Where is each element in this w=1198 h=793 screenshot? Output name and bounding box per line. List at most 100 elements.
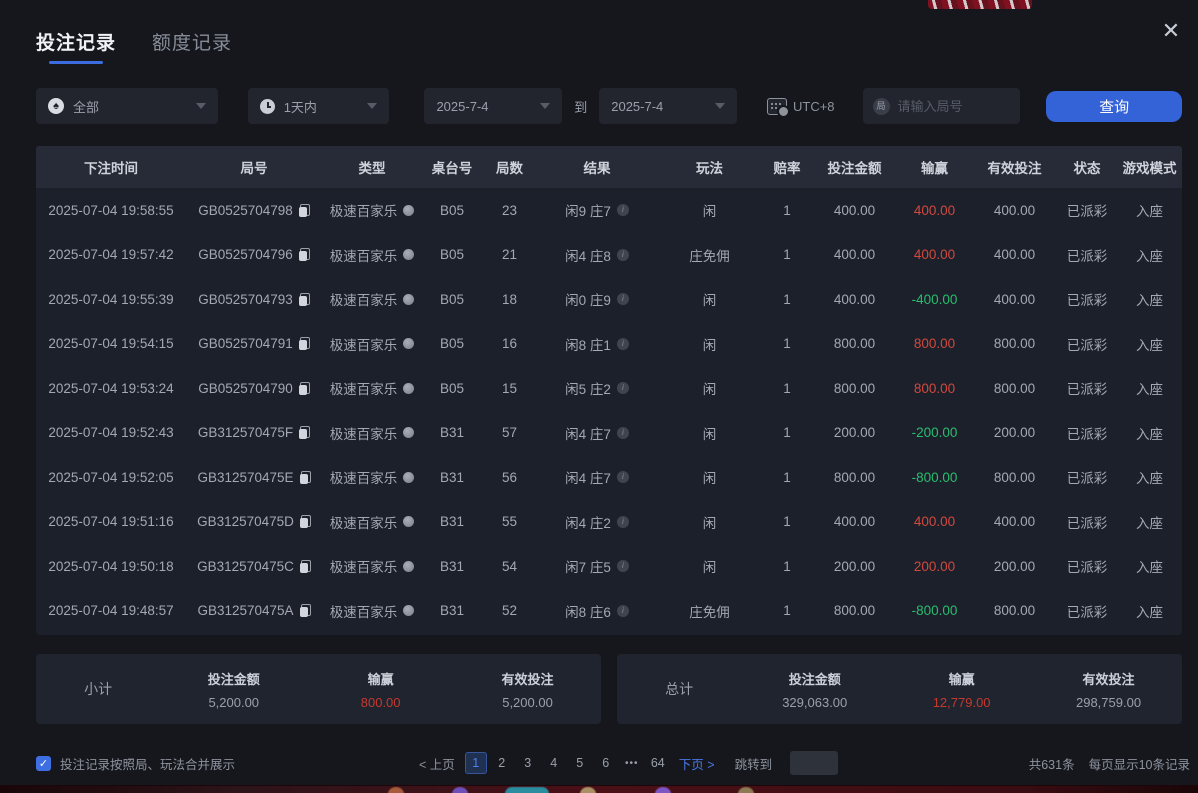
cell-play-type: 闲 bbox=[657, 289, 762, 309]
merge-display-toggle[interactable]: ✓ 投注记录按照局、玩法合并展示 bbox=[36, 754, 235, 773]
copy-icon[interactable] bbox=[299, 204, 310, 217]
page-button[interactable]: 1 bbox=[465, 752, 487, 774]
cell-round-id: GB0525704791 bbox=[186, 336, 322, 351]
cell-play-type: 闲 bbox=[657, 200, 762, 220]
total-bet-value: 329,063.00 bbox=[741, 695, 888, 710]
page-button[interactable]: 64 bbox=[647, 752, 669, 774]
cell-game-mode: 入座 bbox=[1117, 512, 1182, 532]
checkbox-checked-icon[interactable]: ✓ bbox=[36, 756, 51, 771]
cell-status: 已派彩 bbox=[1057, 378, 1117, 398]
cell-round-count: 18 bbox=[482, 292, 537, 307]
query-button[interactable]: 查询 bbox=[1046, 91, 1182, 122]
game-type-icon[interactable] bbox=[403, 294, 414, 305]
cell-game-mode: 入座 bbox=[1117, 245, 1182, 265]
spade-icon: ♠ bbox=[48, 98, 64, 114]
background-game-icon bbox=[388, 787, 404, 793]
cell-round-count: 55 bbox=[482, 514, 537, 529]
cell-round-count: 15 bbox=[482, 381, 537, 396]
result-info-icon[interactable] bbox=[617, 338, 629, 350]
result-info-icon[interactable] bbox=[617, 427, 629, 439]
cell-bet-amount: 800.00 bbox=[812, 470, 897, 485]
per-page-text: 每页显示10条记录 bbox=[1089, 754, 1190, 773]
table-row: 2025-07-04 19:48:57 GB312570475A 极速百家乐 B… bbox=[36, 589, 1182, 634]
cell-game-mode: 入座 bbox=[1117, 289, 1182, 309]
game-type-icon[interactable] bbox=[403, 427, 414, 438]
tab-quota-records[interactable]: 额度记录 bbox=[152, 28, 232, 64]
game-type-icon[interactable] bbox=[403, 249, 414, 260]
merge-display-label: 投注记录按照局、玩法合并展示 bbox=[60, 754, 235, 773]
date-to-select[interactable]: 2025-7-4 bbox=[599, 88, 737, 124]
page-button[interactable]: 5 bbox=[569, 752, 591, 774]
result-info-icon[interactable] bbox=[617, 471, 629, 483]
cell-play-type: 闲 bbox=[657, 334, 762, 354]
column-header: 类型 bbox=[322, 157, 422, 177]
cell-round-count: 16 bbox=[482, 336, 537, 351]
column-header: 投注金额 bbox=[812, 157, 897, 177]
cell-bet-amount: 800.00 bbox=[812, 336, 897, 351]
game-type-select[interactable]: ♠ 全部 bbox=[36, 88, 218, 124]
result-info-icon[interactable] bbox=[617, 605, 629, 617]
round-search-field[interactable]: 局 bbox=[863, 88, 1021, 124]
page-button[interactable]: 3 bbox=[517, 752, 539, 774]
result-info-icon[interactable] bbox=[617, 382, 629, 394]
jump-to-input[interactable] bbox=[790, 751, 838, 775]
game-type-icon[interactable] bbox=[403, 605, 414, 616]
cell-bet-time: 2025-07-04 19:57:42 bbox=[36, 247, 186, 262]
cell-odds: 1 bbox=[762, 247, 812, 262]
copy-icon[interactable] bbox=[300, 604, 311, 617]
cell-round-id: GB0525704796 bbox=[186, 247, 322, 262]
result-info-icon[interactable] bbox=[617, 293, 629, 305]
prev-page-button[interactable]: < 上页 bbox=[419, 754, 455, 773]
cell-round-id: GB312570475F bbox=[186, 425, 322, 440]
subtotal-bet-label: 投注金额 bbox=[160, 669, 307, 688]
cell-game-type: 极速百家乐 bbox=[322, 601, 422, 621]
game-type-icon[interactable] bbox=[403, 472, 414, 483]
copy-icon[interactable] bbox=[299, 293, 310, 306]
copy-icon[interactable] bbox=[300, 560, 311, 573]
cell-odds: 1 bbox=[762, 603, 812, 618]
betting-records-modal: 投注记录 额度记录 ♠ 全部 1天内 2025-7-4 到 2025-7-4 U… bbox=[36, 0, 1182, 776]
game-type-icon[interactable] bbox=[403, 383, 414, 394]
time-range-select[interactable]: 1天内 bbox=[248, 88, 390, 124]
chevron-down-icon bbox=[715, 103, 725, 109]
column-header: 输赢 bbox=[897, 157, 972, 177]
cell-table-number: B31 bbox=[422, 603, 482, 618]
cell-valid-bet: 200.00 bbox=[972, 425, 1057, 440]
tab-betting-records[interactable]: 投注记录 bbox=[36, 28, 116, 64]
copy-icon[interactable] bbox=[299, 426, 310, 439]
cell-win-loss: 200.00 bbox=[897, 559, 972, 574]
page-button[interactable]: 2 bbox=[491, 752, 513, 774]
next-page-button[interactable]: 下页 > bbox=[679, 754, 715, 773]
copy-icon[interactable] bbox=[299, 337, 310, 350]
copy-icon[interactable] bbox=[300, 471, 311, 484]
cell-bet-amount: 200.00 bbox=[812, 559, 897, 574]
copy-icon[interactable] bbox=[299, 382, 310, 395]
date-from-select[interactable]: 2025-7-4 bbox=[424, 88, 562, 124]
page-button[interactable]: 4 bbox=[543, 752, 565, 774]
round-search-input[interactable] bbox=[898, 99, 1011, 114]
cell-odds: 1 bbox=[762, 559, 812, 574]
cell-status: 已派彩 bbox=[1057, 467, 1117, 487]
cell-round-count: 54 bbox=[482, 559, 537, 574]
page-button[interactable]: 6 bbox=[595, 752, 617, 774]
copy-icon[interactable] bbox=[299, 248, 310, 261]
result-info-icon[interactable] bbox=[617, 204, 629, 216]
cell-table-number: B31 bbox=[422, 559, 482, 574]
background-game-icon bbox=[738, 787, 754, 793]
game-type-icon[interactable] bbox=[403, 338, 414, 349]
result-info-icon[interactable] bbox=[617, 249, 629, 261]
cell-valid-bet: 800.00 bbox=[972, 336, 1057, 351]
pagination: < 上页 123456•••64 下页 > 跳转到 bbox=[419, 751, 838, 775]
cell-win-loss: -400.00 bbox=[897, 292, 972, 307]
table-row: 2025-07-04 19:52:05 GB312570475E 极速百家乐 B… bbox=[36, 455, 1182, 500]
total-label: 总计 bbox=[617, 679, 741, 699]
game-type-icon[interactable] bbox=[403, 205, 414, 216]
game-type-icon[interactable] bbox=[403, 516, 414, 527]
result-info-icon[interactable] bbox=[617, 516, 629, 528]
more-pages-button[interactable]: ••• bbox=[621, 752, 643, 774]
copy-icon[interactable] bbox=[300, 515, 311, 528]
result-info-icon[interactable] bbox=[617, 560, 629, 572]
game-type-icon[interactable] bbox=[403, 561, 414, 572]
cell-result: 闲0 庄9 bbox=[537, 289, 657, 309]
betting-records-table: 下注时间局号类型桌台号局数结果玩法赔率投注金额输赢有效投注状态游戏模式 2025… bbox=[36, 146, 1182, 635]
